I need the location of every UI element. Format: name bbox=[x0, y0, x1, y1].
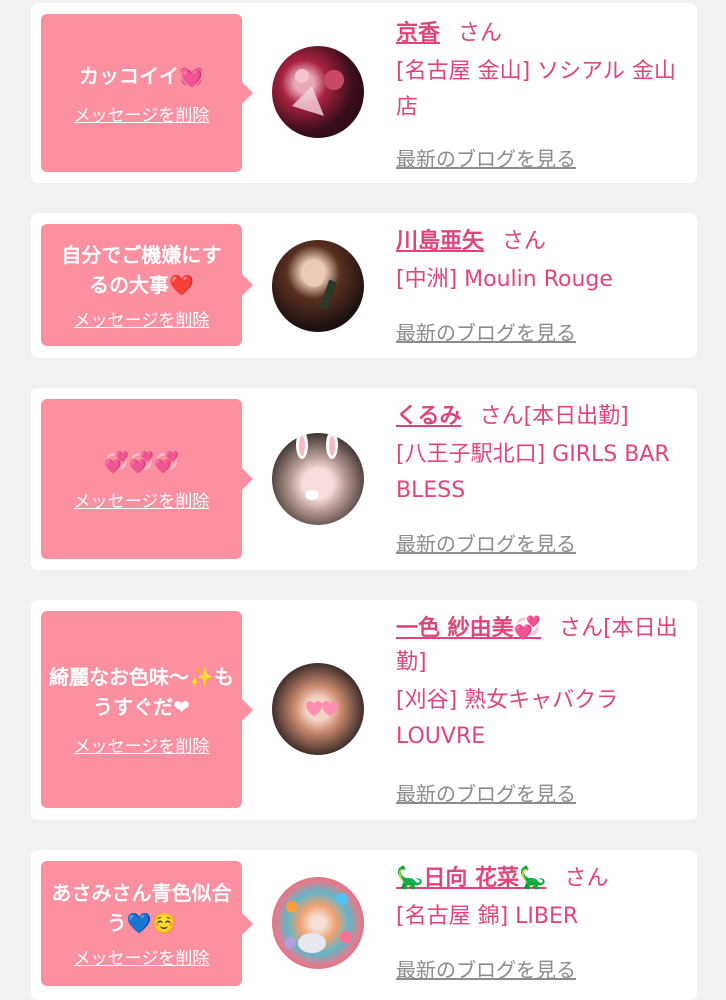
latest-blog-link[interactable]: 最新のブログを見る bbox=[396, 528, 576, 557]
profile-info: 京香 さん [名古屋 金山] ソシアル 金山店 bbox=[396, 17, 686, 126]
message-text: 💞💞💞 bbox=[96, 447, 187, 477]
delete-message-link[interactable]: メッセージを削除 bbox=[74, 487, 210, 512]
shop-name: [名古屋 錦] LIBER bbox=[396, 904, 579, 929]
favorite-card: 💞💞💞 メッセージを削除 くるみ さん[本日出勤] [八王子駅北口] GIRLS … bbox=[31, 388, 697, 570]
message-text: 綺麗なお色味〜✨もうすぐだ❤ bbox=[49, 665, 234, 719]
cast-name-link[interactable]: 京香 bbox=[396, 21, 440, 46]
honorific: さん[本日出勤] bbox=[479, 404, 629, 429]
favorite-card: あさみさん青色似合う💙☺️ メッセージを削除 🦕日向 花菜🦕 さん [名古屋 錦]… bbox=[31, 850, 697, 1000]
latest-blog-link[interactable]: 最新のブログを見る bbox=[396, 317, 576, 346]
delete-message-link[interactable]: メッセージを削除 bbox=[74, 101, 210, 126]
profile-info: くるみ さん[本日出勤] [八王子駅北口] GIRLS BAR BLESS bbox=[396, 400, 686, 509]
shop-name: [中洲] Moulin Rouge bbox=[396, 267, 613, 292]
avatar[interactable] bbox=[272, 46, 364, 138]
heart-icon: 💞💞💞 bbox=[104, 449, 179, 474]
message-text: あさみさん青色似合う💙☺️ bbox=[51, 881, 232, 935]
message-bubble: あさみさん青色似合う💙☺️ メッセージを削除 bbox=[41, 861, 253, 986]
cast-name-link[interactable]: 🦕日向 花菜🦕 bbox=[396, 866, 546, 891]
message-bubble: カッコイイ💓 メッセージを削除 bbox=[41, 14, 253, 172]
latest-blog-link[interactable]: 最新のブログを見る bbox=[396, 954, 576, 983]
honorific: さん bbox=[502, 229, 547, 254]
favorite-card: 綺麗なお色味〜✨もうすぐだ❤ メッセージを削除 一色 紗由美💞 さん[本日出勤] … bbox=[31, 600, 697, 820]
heart-icon: 💞 bbox=[513, 616, 542, 641]
profile-info: 🦕日向 花菜🦕 さん [名古屋 錦] LIBER bbox=[396, 862, 686, 935]
heart-icon: 💙☺️ bbox=[126, 911, 177, 935]
message-text: 自分でご機嫌にするの大事❤️ bbox=[61, 242, 222, 297]
heart-icon: ❤ bbox=[173, 695, 190, 719]
heart-icon: ❤️ bbox=[169, 272, 194, 297]
message-bubble: 💞💞💞 メッセージを削除 bbox=[41, 399, 253, 559]
honorific: さん bbox=[564, 866, 609, 891]
delete-message-link[interactable]: メッセージを削除 bbox=[74, 944, 210, 969]
cast-name-link[interactable]: くるみ bbox=[396, 404, 462, 429]
latest-blog-link[interactable]: 最新のブログを見る bbox=[396, 778, 576, 807]
cast-name-link[interactable]: 川島亜矢 bbox=[396, 229, 484, 254]
favorite-card: 自分でご機嫌にするの大事❤️ メッセージを削除 川島亜矢 さん [中洲] Moul… bbox=[31, 213, 697, 358]
message-text: カッコイイ💓 bbox=[79, 63, 204, 88]
avatar[interactable] bbox=[272, 433, 364, 525]
delete-message-link[interactable]: メッセージを削除 bbox=[74, 306, 210, 331]
heart-icon: 💓 bbox=[179, 63, 204, 88]
shop-name: [刈谷] 熟女キャバクラ LOUVRE bbox=[396, 688, 619, 749]
shop-name: [名古屋 金山] ソシアル 金山店 bbox=[396, 59, 676, 120]
cast-name-link[interactable]: 一色 紗由美💞 bbox=[396, 616, 541, 641]
avatar[interactable] bbox=[272, 240, 364, 332]
avatar[interactable] bbox=[272, 663, 364, 755]
message-bubble: 綺麗なお色味〜✨もうすぐだ❤ メッセージを削除 bbox=[41, 611, 253, 808]
message-bubble: 自分でご機嫌にするの大事❤️ メッセージを削除 bbox=[41, 224, 253, 346]
latest-blog-link[interactable]: 最新のブログを見る bbox=[396, 143, 576, 172]
profile-info: 川島亜矢 さん [中洲] Moulin Rouge bbox=[396, 225, 686, 298]
favorite-card: カッコイイ💓 メッセージを削除 京香 さん [名古屋 金山] ソシアル 金山店 最… bbox=[31, 3, 697, 183]
profile-info: 一色 紗由美💞 さん[本日出勤] [刈谷] 熟女キャバクラ LOUVRE bbox=[396, 612, 686, 755]
delete-message-link[interactable]: メッセージを削除 bbox=[74, 732, 210, 757]
avatar[interactable] bbox=[272, 877, 364, 969]
honorific: さん bbox=[458, 21, 503, 46]
shop-name: [八王子駅北口] GIRLS BAR BLESS bbox=[396, 442, 670, 503]
